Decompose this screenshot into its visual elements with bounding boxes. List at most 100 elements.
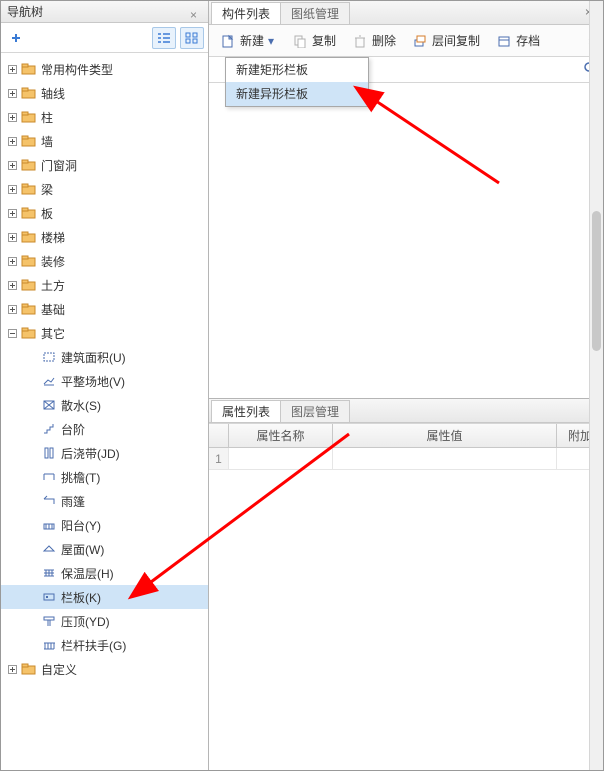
tree-category[interactable]: 梁 [1, 177, 208, 201]
tree-label: 其它 [41, 325, 65, 342]
property-tabbar: 属性列表 图层管理 × [209, 399, 603, 423]
area-icon [41, 350, 57, 364]
tab-layer-mgmt[interactable]: 图层管理 [280, 400, 350, 422]
new-button[interactable]: 新建 ▾ [213, 29, 283, 53]
tree-label: 门窗洞 [41, 157, 77, 174]
tree-label: 阳台(Y) [61, 517, 101, 534]
tree-label: 墙 [41, 133, 53, 150]
tree-category[interactable]: 门窗洞 [1, 153, 208, 177]
property-grid: 属性名称 属性值 附加 1 [209, 423, 603, 470]
search-input[interactable] [359, 60, 583, 80]
expand-icon[interactable] [5, 86, 19, 100]
tiaoyan-icon [41, 470, 57, 484]
tree-label: 栏板(K) [61, 589, 101, 606]
tree-category-other[interactable]: 其它 [1, 321, 208, 345]
col-name: 属性名称 [229, 424, 333, 447]
tree-category[interactable]: 装修 [1, 249, 208, 273]
expand-icon[interactable] [5, 302, 19, 316]
nav-toolbar [1, 23, 208, 53]
wumian-icon [41, 542, 57, 556]
tree-category-custom[interactable]: 自定义 [1, 657, 208, 681]
expand-icon[interactable] [5, 134, 19, 148]
tree-item[interactable]: 阳台(Y) [1, 513, 208, 537]
component-list-area [209, 83, 603, 398]
tree-item[interactable]: 挑檐(T) [1, 465, 208, 489]
floor-copy-label: 层间复制 [432, 32, 480, 49]
yangtai-icon [41, 518, 57, 532]
delete-icon [352, 33, 368, 49]
component-toolbar: 新建 ▾ 复制 删除 层间复制 存档 » [209, 25, 603, 57]
tree-category[interactable]: 墙 [1, 129, 208, 153]
tree-item[interactable]: 栏板(K) [1, 585, 208, 609]
tree-label: 自定义 [41, 661, 77, 678]
tree-label: 压顶(YD) [61, 613, 110, 630]
add-icon[interactable] [5, 27, 27, 49]
tree-category[interactable]: 柱 [1, 105, 208, 129]
tree-category[interactable]: 楼梯 [1, 225, 208, 249]
tree-category[interactable]: 常用构件类型 [1, 57, 208, 81]
tree-category[interactable]: 土方 [1, 273, 208, 297]
component-tabbar: 构件列表 图纸管理 × [209, 1, 603, 25]
new-icon [220, 33, 236, 49]
tree-category[interactable]: 板 [1, 201, 208, 225]
expand-icon[interactable] [5, 62, 19, 76]
tree-label: 梁 [41, 181, 53, 198]
tree-label: 板 [41, 205, 53, 222]
expand-icon[interactable] [5, 110, 19, 124]
stairs-icon [41, 422, 57, 436]
tree-item[interactable]: 雨篷 [1, 489, 208, 513]
tree-item[interactable]: 保温层(H) [1, 561, 208, 585]
archive-label: 存档 [516, 32, 540, 49]
langan-icon [41, 638, 57, 652]
expand-icon[interactable] [5, 278, 19, 292]
expand-icon[interactable] [5, 662, 19, 676]
delete-button[interactable]: 删除 [345, 29, 403, 53]
dropdown-item-irregular[interactable]: 新建异形栏板 [226, 82, 368, 106]
tree-category[interactable]: 轴线 [1, 81, 208, 105]
copy-label: 复制 [312, 32, 336, 49]
expand-icon[interactable] [5, 230, 19, 244]
new-label: 新建 [240, 32, 264, 49]
tree-item[interactable]: 散水(S) [1, 393, 208, 417]
tree-item[interactable]: 平整场地(V) [1, 369, 208, 393]
tree-item[interactable]: 屋面(W) [1, 537, 208, 561]
collapse-icon[interactable] [5, 326, 19, 340]
tree-label: 栏杆扶手(G) [61, 637, 126, 654]
tab-property-list[interactable]: 属性列表 [211, 400, 281, 422]
tab-drawing-mgmt[interactable]: 图纸管理 [280, 2, 350, 24]
tree-item[interactable]: 建筑面积(U) [1, 345, 208, 369]
tree-category[interactable]: 基础 [1, 297, 208, 321]
tree-item[interactable]: 压顶(YD) [1, 609, 208, 633]
tree-item[interactable]: 后浇带(JD) [1, 441, 208, 465]
floor-copy-button[interactable]: 层间复制 [405, 29, 487, 53]
tab-component-list[interactable]: 构件列表 [211, 2, 281, 24]
archive-button[interactable]: 存档 [489, 29, 547, 53]
tree-label: 保温层(H) [61, 565, 114, 582]
row-index: 1 [209, 448, 229, 469]
tree-label: 台阶 [61, 421, 85, 438]
level-icon [41, 374, 57, 388]
property-row[interactable]: 1 [209, 448, 603, 470]
list-view-icon[interactable] [152, 27, 176, 49]
grid-view-icon[interactable] [180, 27, 204, 49]
tree-item[interactable]: 栏杆扶手(G) [1, 633, 208, 657]
expand-icon[interactable] [5, 182, 19, 196]
tree-item[interactable]: 台阶 [1, 417, 208, 441]
copy-icon [292, 33, 308, 49]
lanban-icon [41, 590, 57, 604]
tree-label: 建筑面积(U) [61, 349, 126, 366]
sanshui-icon [41, 398, 57, 412]
chevron-down-icon: ▾ [268, 34, 276, 48]
close-icon[interactable]: × [190, 4, 204, 18]
dropdown-item-rect[interactable]: 新建矩形栏板 [226, 58, 368, 82]
houjiao-icon [41, 446, 57, 460]
tree-label: 基础 [41, 301, 65, 318]
scrollbar[interactable] [589, 1, 603, 770]
tree-label: 散水(S) [61, 397, 101, 414]
yupeng-icon [41, 494, 57, 508]
expand-icon[interactable] [5, 158, 19, 172]
tree-label: 轴线 [41, 85, 65, 102]
expand-icon[interactable] [5, 254, 19, 268]
copy-button[interactable]: 复制 [285, 29, 343, 53]
expand-icon[interactable] [5, 206, 19, 220]
